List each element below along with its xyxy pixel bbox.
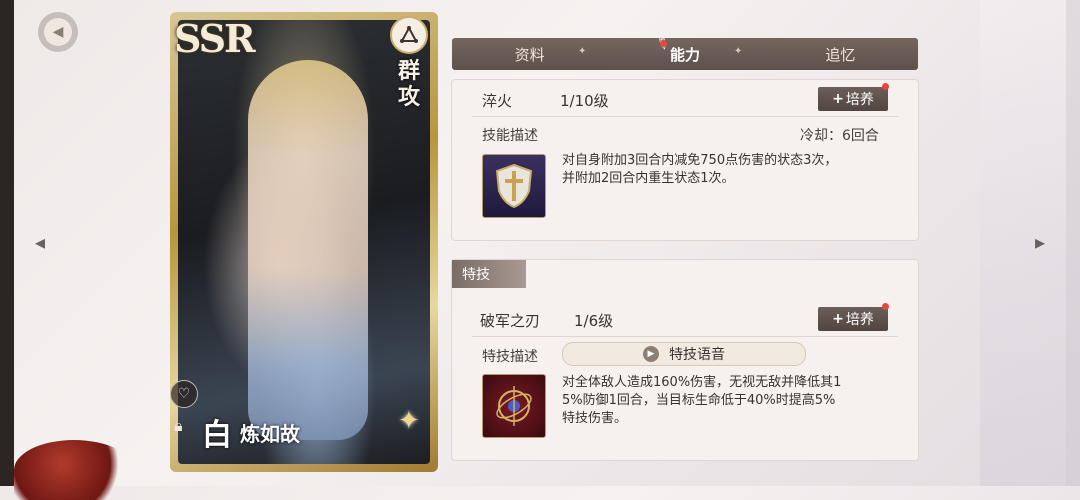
divider: [472, 336, 898, 337]
character-name: 炼如故: [240, 422, 300, 446]
tab-separator-icon: ✦: [578, 46, 587, 57]
special-level: 1/6级: [574, 312, 614, 330]
notification-dot: [882, 303, 889, 310]
arrow-right-icon[interactable]: ▸: [1028, 230, 1052, 254]
class-label: 群攻: [397, 58, 420, 110]
tab-bar: 资料 能力 追忆 ✦ ✦: [452, 38, 918, 70]
character-figure: [248, 60, 368, 440]
skill-panel: 淬火 1/10级 + 培养 技能描述 冷却：6回合 对自身附加3回合内减免750…: [452, 80, 918, 240]
special-voice-button[interactable]: ▶ 特技语音: [562, 342, 806, 366]
skill-icon[interactable]: [482, 154, 546, 218]
special-section-tag: 特技: [452, 260, 526, 288]
heart-icon[interactable]: ♡: [170, 380, 198, 408]
plus-icon: +: [832, 311, 844, 327]
special-desc-line: 特技伤害。: [562, 411, 628, 426]
special-icon[interactable]: [482, 374, 546, 438]
skill-cooldown: 冷却：6回合: [800, 128, 879, 144]
back-icon: ◀: [44, 18, 72, 46]
back-button[interactable]: ◀: [38, 12, 78, 52]
special-desc-line: 对全体敌人造成160%伤害，无视无敌并降低其1: [562, 375, 842, 390]
skill-name: 淬火: [482, 92, 513, 110]
special-upgrade-label: 培养: [845, 312, 874, 328]
tab-separator-icon: ✦: [734, 46, 743, 57]
play-icon: ▶: [643, 346, 659, 362]
class-icon: [390, 16, 428, 54]
sparkle-icon: ✦: [398, 406, 420, 436]
special-desc-label: 特技描述: [482, 349, 538, 365]
special-desc-line: 5%防御1回合，当目标生命低于40%时提高5%: [562, 393, 836, 408]
blade-orb-icon: [496, 386, 532, 426]
character-glyph: 白: [202, 418, 232, 453]
lock-icon[interactable]: 🔒︎: [174, 416, 183, 436]
shield-cross-icon: [495, 163, 533, 209]
card-artwork: [178, 20, 430, 464]
skill-desc-line: 并附加2回合内重生状态1次。: [562, 171, 735, 186]
special-name: 破军之刃: [480, 312, 541, 330]
tab-memory[interactable]: 追忆: [763, 44, 918, 65]
skill-upgrade-button[interactable]: + 培养: [818, 87, 888, 111]
rose-decoration: [14, 440, 134, 500]
special-upgrade-button[interactable]: + 培养: [818, 307, 888, 331]
skill-desc-line: 对自身附加3回合内减免750点伤害的状态3次，: [562, 153, 838, 168]
skill-desc-label: 技能描述: [482, 128, 538, 144]
divider: [472, 116, 898, 117]
special-voice-label: 特技语音: [669, 347, 725, 363]
special-panel: 特技 破军之刃 1/6级 + 培养 特技描述 ▶ 特技语音 对全体敌人造成160…: [452, 260, 918, 460]
notification-dot: [882, 83, 889, 90]
arrow-left-icon[interactable]: ◂: [28, 230, 52, 254]
notification-dot: [660, 40, 667, 47]
rarity-badge: SSR: [174, 16, 256, 61]
screen-edge-left: [0, 0, 14, 486]
character-card[interactable]: SSR 群攻 ♡ 🔒︎ 白 炼如故 ✦: [170, 12, 438, 472]
skill-level: 1/10级: [560, 92, 609, 110]
plus-icon: +: [832, 91, 844, 107]
skill-upgrade-label: 培养: [845, 92, 874, 108]
